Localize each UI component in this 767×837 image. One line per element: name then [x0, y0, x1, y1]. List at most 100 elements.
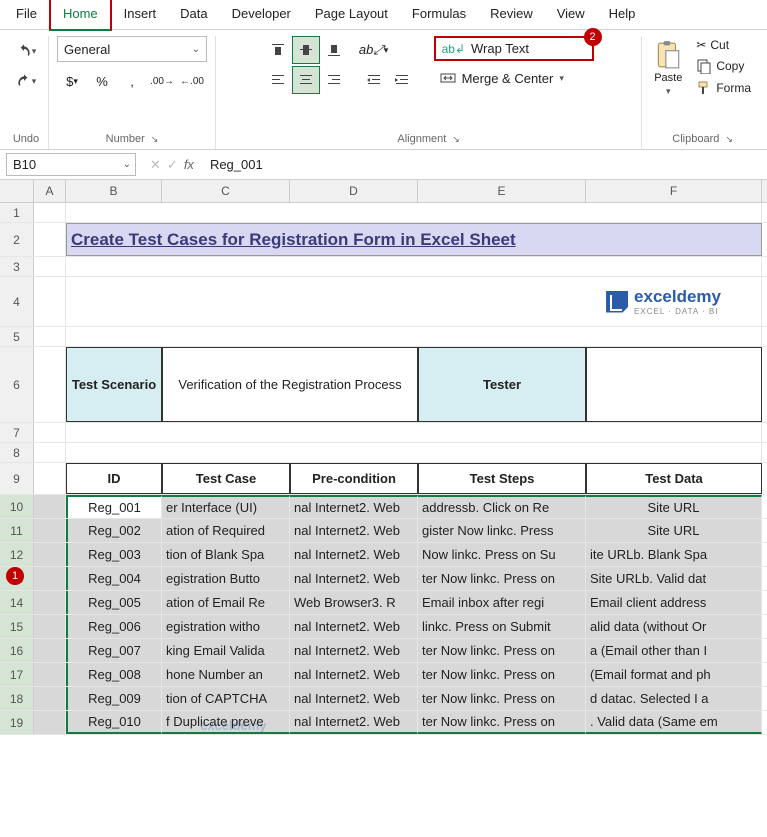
cell-teststeps[interactable]: linkc. Press on Submit: [418, 615, 586, 638]
cut-button[interactable]: ✂Cut: [692, 36, 755, 54]
cell-precondition[interactable]: nal Internet2. Web: [290, 519, 418, 542]
decrease-decimal-button[interactable]: ←.00: [177, 68, 207, 94]
clipboard-dialog-launcher[interactable]: ↘: [725, 134, 733, 145]
cell-id[interactable]: Reg_006: [66, 615, 162, 638]
col-header-C[interactable]: C: [162, 180, 290, 202]
cell-precondition[interactable]: Web Browser3. R: [290, 591, 418, 614]
cell-precondition[interactable]: nal Internet2. Web: [290, 639, 418, 662]
alignment-dialog-launcher[interactable]: ↘: [452, 134, 460, 145]
scenario-label-cell[interactable]: Test Scenario: [66, 347, 162, 422]
orientation-button[interactable]: ab⤢▾: [360, 36, 388, 64]
cell-precondition[interactable]: nal Internet2. Web: [290, 543, 418, 566]
cell-testcase[interactable]: ation of Email Re: [162, 591, 290, 614]
tester-label-cell[interactable]: Tester: [418, 347, 586, 422]
cell-testcase[interactable]: tion of CAPTCHA: [162, 687, 290, 710]
row-header-15[interactable]: 15: [0, 615, 34, 638]
cell-id[interactable]: Reg_010: [66, 711, 162, 734]
cell-testcase[interactable]: tion of Blank Spa: [162, 543, 290, 566]
cell-id[interactable]: Reg_004: [66, 567, 162, 590]
number-dialog-launcher[interactable]: ↘: [151, 134, 159, 145]
cell-id[interactable]: Reg_007: [66, 639, 162, 662]
comma-format-button[interactable]: ,: [117, 68, 147, 94]
cell-teststeps[interactable]: ter Now linkc. Press on: [418, 663, 586, 686]
align-top-button[interactable]: [264, 36, 292, 64]
cell-teststeps[interactable]: gister Now linkc. Press: [418, 519, 586, 542]
cancel-formula-button[interactable]: ✕: [150, 157, 161, 173]
number-format-dropdown[interactable]: General ⌄: [57, 36, 207, 62]
cell-teststeps[interactable]: ter Now linkc. Press on: [418, 639, 586, 662]
align-right-button[interactable]: [320, 66, 348, 94]
cell-teststeps[interactable]: ter Now linkc. Press on: [418, 567, 586, 590]
cell-testcase[interactable]: egistration Butto: [162, 567, 290, 590]
align-left-button[interactable]: [264, 66, 292, 94]
cell-testdata[interactable]: (Email format and ph: [586, 663, 762, 686]
menu-review[interactable]: Review: [478, 0, 545, 29]
cell-testdata[interactable]: Site URL: [586, 495, 762, 518]
tester-value-cell[interactable]: [586, 347, 762, 422]
row-header-16[interactable]: 16: [0, 639, 34, 662]
wrap-text-button[interactable]: ab↲ Wrap Text 2: [434, 36, 594, 61]
increase-decimal-button[interactable]: .00→: [147, 68, 177, 94]
decrease-indent-button[interactable]: [360, 66, 388, 94]
cell-id[interactable]: Reg_001: [66, 495, 162, 518]
title-cell[interactable]: Create Test Cases for Registration Form …: [66, 223, 762, 256]
row-header-4[interactable]: 4: [0, 277, 34, 326]
cell-id[interactable]: Reg_005: [66, 591, 162, 614]
merge-center-button[interactable]: Merge & Center ▾: [434, 67, 594, 89]
cell-id[interactable]: Reg_002: [66, 519, 162, 542]
row-header-7[interactable]: 7: [0, 423, 34, 442]
row-header-2[interactable]: 2: [0, 223, 34, 256]
cell-precondition[interactable]: nal Internet2. Web: [290, 663, 418, 686]
align-center-button[interactable]: [292, 66, 320, 94]
cell-testcase[interactable]: king Email Valida: [162, 639, 290, 662]
cell-precondition[interactable]: nal Internet2. Web: [290, 687, 418, 710]
row-header-3[interactable]: 3: [0, 257, 34, 276]
row-header-11[interactable]: 11: [0, 519, 34, 542]
align-middle-button[interactable]: [292, 36, 320, 64]
row-header-19[interactable]: 19: [0, 711, 34, 734]
cell-precondition[interactable]: nal Internet2. Web: [290, 711, 418, 734]
cell-testdata[interactable]: alid data (without Or: [586, 615, 762, 638]
col-header-E[interactable]: E: [418, 180, 586, 202]
menu-view[interactable]: View: [545, 0, 597, 29]
menu-file[interactable]: File: [4, 0, 49, 29]
cell-testdata[interactable]: d datac. Selected I a: [586, 687, 762, 710]
menu-formulas[interactable]: Formulas: [400, 0, 478, 29]
fx-icon[interactable]: fx: [184, 157, 194, 172]
th-testcase[interactable]: Test Case: [162, 463, 290, 494]
undo-button[interactable]: ▾: [12, 40, 40, 62]
row-header-9[interactable]: 9: [0, 463, 34, 494]
menu-page-layout[interactable]: Page Layout: [303, 0, 400, 29]
cell-testdata[interactable]: Site URL: [586, 519, 762, 542]
name-box[interactable]: B10 ⌄: [6, 153, 136, 176]
th-testdata[interactable]: Test Data: [586, 463, 762, 494]
menu-home[interactable]: Home: [49, 0, 112, 31]
cell-precondition[interactable]: nal Internet2. Web: [290, 567, 418, 590]
accounting-format-button[interactable]: $▾: [57, 68, 87, 94]
increase-indent-button[interactable]: [388, 66, 416, 94]
scenario-value-cell[interactable]: Verification of the Registration Process: [162, 347, 418, 422]
cell-testcase[interactable]: er Interface (UI): [162, 495, 290, 518]
th-id[interactable]: ID: [66, 463, 162, 494]
cell-testdata[interactable]: . Valid data (Same em: [586, 711, 762, 734]
row-header-1[interactable]: 1: [0, 203, 34, 222]
th-precondition[interactable]: Pre-condition: [290, 463, 418, 494]
menu-data[interactable]: Data: [168, 0, 219, 29]
cell-teststeps[interactable]: ter Now linkc. Press on: [418, 711, 586, 734]
col-header-F[interactable]: F: [586, 180, 762, 202]
paste-button[interactable]: Paste ▾: [650, 36, 686, 101]
cell-testdata[interactable]: a (Email other than I: [586, 639, 762, 662]
format-painter-button[interactable]: Forma: [692, 78, 755, 98]
menu-developer[interactable]: Developer: [220, 0, 303, 29]
row-header-6[interactable]: 6: [0, 347, 34, 422]
col-header-B[interactable]: B: [66, 180, 162, 202]
menu-help[interactable]: Help: [597, 0, 648, 29]
cell-testcase[interactable]: ation of Required: [162, 519, 290, 542]
cell-id[interactable]: Reg_003: [66, 543, 162, 566]
cell-testcase[interactable]: hone Number an: [162, 663, 290, 686]
copy-button[interactable]: Copy: [692, 56, 755, 76]
select-all-corner[interactable]: [0, 180, 34, 202]
redo-button[interactable]: ▾: [12, 70, 40, 92]
col-header-D[interactable]: D: [290, 180, 418, 202]
enter-formula-button[interactable]: ✓: [167, 157, 178, 173]
